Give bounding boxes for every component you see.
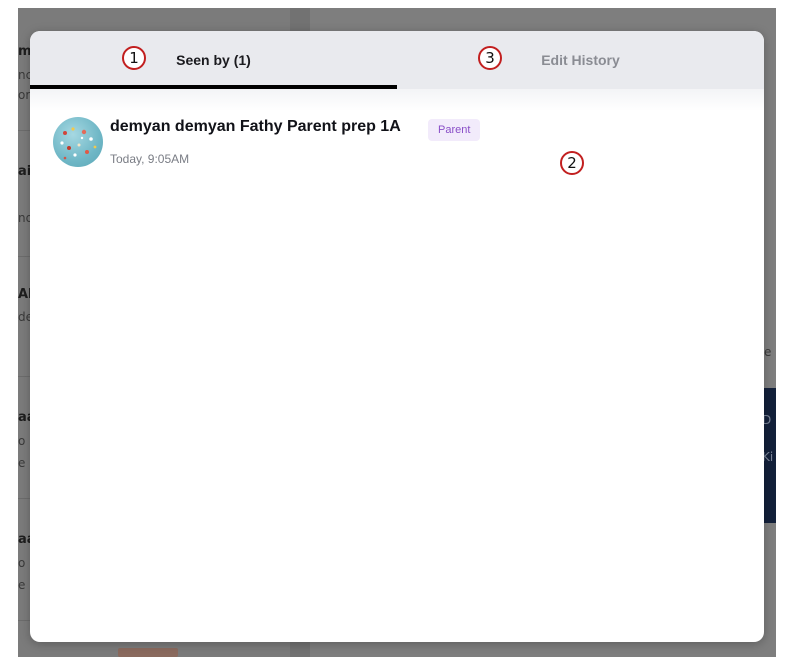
annotation-marker: 1 xyxy=(122,46,146,70)
annotation-marker: 2 xyxy=(560,151,584,175)
background-chip xyxy=(118,648,178,657)
background-text: e xyxy=(18,578,26,592)
tab-seen-by-label: Seen by (1) xyxy=(176,52,251,68)
background-text: o xyxy=(18,434,26,448)
viewer-name: demyan demyan Fathy Parent prep 1A xyxy=(110,118,401,135)
background-text: or xyxy=(18,88,31,102)
tab-edit-history-label: Edit History xyxy=(541,52,620,68)
background-text: e xyxy=(18,456,26,470)
role-badge: Parent xyxy=(428,119,481,141)
avatar xyxy=(53,117,103,167)
tab-bar-shadow xyxy=(30,89,764,111)
seen-timestamp: Today, 9:05AM xyxy=(110,152,190,166)
tab-seen-by[interactable]: Seen by (1) xyxy=(30,31,397,89)
seen-by-dialog: Seen by (1) Edit History demyan demyan F… xyxy=(30,31,764,642)
tab-edit-history[interactable]: Edit History xyxy=(397,31,764,89)
screen: m nc or ai nd Al de aa o e aa o e e D Ki… xyxy=(0,0,795,657)
seen-by-list-item: demyan demyan Fathy Parent prep 1A Paren… xyxy=(53,117,753,167)
balloons-photo-icon xyxy=(60,127,97,160)
background-text: e xyxy=(764,345,772,359)
annotation-marker: 3 xyxy=(478,46,502,70)
background-text: o xyxy=(18,556,26,570)
